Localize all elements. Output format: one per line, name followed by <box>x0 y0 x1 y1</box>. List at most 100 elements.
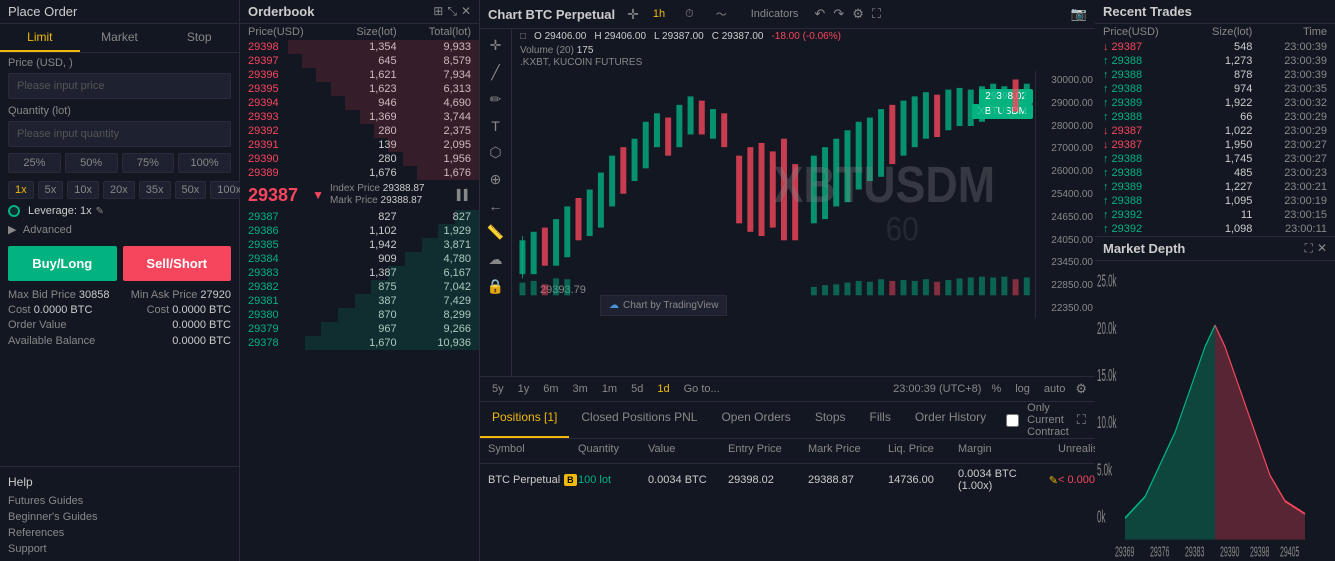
help-futures-guides[interactable]: Futures Guides <box>8 493 231 509</box>
ask-row-9[interactable]: 29389 1,676 1,676 <box>240 166 479 180</box>
bid-row-7[interactable]: 29380 870 8,299 <box>240 308 479 322</box>
tool-magnet[interactable]: ⊕ <box>480 167 511 192</box>
ask-row-3[interactable]: 29395 1,623 6,313 <box>240 82 479 96</box>
svg-text:0k: 0k <box>1097 507 1106 526</box>
chart-settings-icon[interactable]: ⚙ <box>1075 381 1087 397</box>
help-beginners-guides[interactable]: Beginner's Guides <box>8 509 231 525</box>
tf-multi[interactable]: ⏱ <box>679 6 700 23</box>
tool-pencil[interactable]: ✏ <box>480 87 511 112</box>
bid-row-2[interactable]: 29385 1,942 3,871 <box>240 238 479 252</box>
ob-layout-icon[interactable]: ⊞ <box>433 4 443 19</box>
margin-edit-icon[interactable]: ✎ <box>1049 474 1058 487</box>
bid-row-3[interactable]: 29384 909 4,780 <box>240 252 479 266</box>
ask-row-8[interactable]: 29390 280 1,956 <box>240 152 479 166</box>
ask-row-2[interactable]: 29396 1,621 7,934 <box>240 68 479 82</box>
lev-50x[interactable]: 50x <box>175 181 207 199</box>
tab-stop[interactable]: Stop <box>159 24 239 52</box>
ob-bar-icon: ▌▌ <box>457 190 471 201</box>
pos-tab-right: Only Current Contract ⛶ ✕ <box>998 402 1095 438</box>
buy-long-button[interactable]: Buy/Long <box>8 246 117 281</box>
pct-btn[interactable]: % <box>987 381 1005 397</box>
ask-row-5[interactable]: 29393 1,369 3,744 <box>240 110 479 124</box>
help-support[interactable]: Support <box>8 541 231 557</box>
ask-row-0[interactable]: 29398 1,354 9,933 <box>240 40 479 54</box>
tf-1h[interactable]: 1h <box>647 6 671 22</box>
ob-expand-icon[interactable]: ⤡ <box>447 4 457 19</box>
bid-row-8[interactable]: 29379 967 9,266 <box>240 322 479 336</box>
price-level-11: 22350.00 <box>1038 303 1093 314</box>
undo-icon[interactable]: ↶ <box>814 6 825 22</box>
tool-cloud[interactable]: ☁ <box>480 247 511 272</box>
wave-icon[interactable]: 〜 <box>708 4 735 24</box>
lev-1x[interactable]: 1x <box>8 181 34 199</box>
settings-icon[interactable]: ⚙ <box>852 6 864 22</box>
tf-1y[interactable]: 1y <box>514 381 534 397</box>
lev-5x[interactable]: 5x <box>38 181 64 199</box>
recent-trades-title: Recent Trades <box>1103 4 1192 19</box>
advanced-row[interactable]: ▶ Advanced <box>0 219 239 240</box>
svg-text:29405: 29405 <box>1280 544 1300 561</box>
lev-20x[interactable]: 20x <box>103 181 135 199</box>
tf-1d[interactable]: 1d <box>653 381 673 397</box>
sell-short-button[interactable]: Sell/Short <box>123 246 232 281</box>
tf-1m[interactable]: 1m <box>598 381 621 397</box>
tf-6m[interactable]: 6m <box>539 381 562 397</box>
log-btn[interactable]: log <box>1011 381 1034 397</box>
bid-row-6[interactable]: 29381 387 7,429 <box>240 294 479 308</box>
lev-35x[interactable]: 35x <box>139 181 171 199</box>
indicators-btn[interactable]: Indicators <box>743 6 807 22</box>
tab-closed-pnl[interactable]: Closed Positions PNL <box>569 402 709 438</box>
tool-crosshair[interactable]: ✛ <box>480 33 511 58</box>
tf-5d[interactable]: 5d <box>627 381 647 397</box>
pos-expand-icon[interactable]: ⛶ <box>1077 412 1086 428</box>
pct-50[interactable]: 50% <box>65 153 118 173</box>
bid-row-5[interactable]: 29382 875 7,042 <box>240 280 479 294</box>
bid-row-9[interactable]: 29378 1,670 10,936 <box>240 336 479 350</box>
ask-row-1[interactable]: 29397 645 8,579 <box>240 54 479 68</box>
tab-fills[interactable]: Fills <box>858 402 903 438</box>
tool-text[interactable]: T <box>480 114 511 138</box>
bid-row-0[interactable]: 29387 827 827 <box>240 210 479 224</box>
tab-order-history[interactable]: Order History <box>903 402 998 438</box>
tab-limit[interactable]: Limit <box>0 24 80 52</box>
pos-liq-price: 14736.00 <box>888 474 958 486</box>
bid-row-4[interactable]: 29383 1,387 6,167 <box>240 266 479 280</box>
tool-measure[interactable]: 📏 <box>480 220 511 245</box>
tab-positions[interactable]: Positions [1] <box>480 402 569 438</box>
md-expand-icon[interactable]: ⛶ <box>1305 241 1313 256</box>
tf-3m[interactable]: 3m <box>569 381 592 397</box>
auto-btn[interactable]: auto <box>1040 381 1069 397</box>
qty-input[interactable]: Please input quantity <box>8 121 231 147</box>
leverage-edit-icon[interactable]: ✎ <box>96 206 104 217</box>
trade-row-10: ↑ 29389 1,227 23:00:21 <box>1095 180 1335 194</box>
ask-row-7[interactable]: 29391 139 2,095 <box>240 138 479 152</box>
md-close-icon[interactable]: ✕ <box>1317 241 1327 256</box>
only-current-checkbox[interactable] <box>1006 414 1019 427</box>
tab-stops[interactable]: Stops <box>803 402 858 438</box>
ask-row-6[interactable]: 29392 280 2,375 <box>240 124 479 138</box>
tf-5y[interactable]: 5y <box>488 381 508 397</box>
tool-line[interactable]: ╱ <box>480 60 511 85</box>
crosshair-icon[interactable]: ✛ <box>627 6 639 23</box>
price-input[interactable]: Please input price <box>8 73 231 99</box>
tab-market[interactable]: Market <box>80 24 160 52</box>
tool-shape[interactable]: ⬡ <box>480 140 511 165</box>
tab-open-orders[interactable]: Open Orders <box>709 402 802 438</box>
price-level-8: 24050.00 <box>1038 235 1093 246</box>
help-references[interactable]: References <box>8 525 231 541</box>
camera-icon[interactable]: 📷 <box>1071 6 1087 22</box>
tool-arrow[interactable]: ← <box>480 194 511 218</box>
goto-btn[interactable]: Go to... <box>680 381 724 397</box>
lev-10x[interactable]: 10x <box>67 181 99 199</box>
pct-75[interactable]: 75% <box>122 153 175 173</box>
pct-100[interactable]: 100% <box>178 153 231 173</box>
ask-row-4[interactable]: 29394 946 4,690 <box>240 96 479 110</box>
pct-25[interactable]: 25% <box>8 153 61 173</box>
redo-icon[interactable]: ↷ <box>833 6 844 22</box>
chart-bottom-bar: 5y 1y 6m 3m 1m 5d 1d Go to... 23:00:39 (… <box>480 376 1095 401</box>
ob-close-icon[interactable]: ✕ <box>461 4 471 19</box>
fullscreen-icon[interactable]: ⛶ <box>872 6 881 22</box>
tool-lock[interactable]: 🔒 <box>480 274 511 299</box>
price-label: Price (USD, ) <box>0 53 239 71</box>
bid-row-1[interactable]: 29386 1,102 1,929 <box>240 224 479 238</box>
